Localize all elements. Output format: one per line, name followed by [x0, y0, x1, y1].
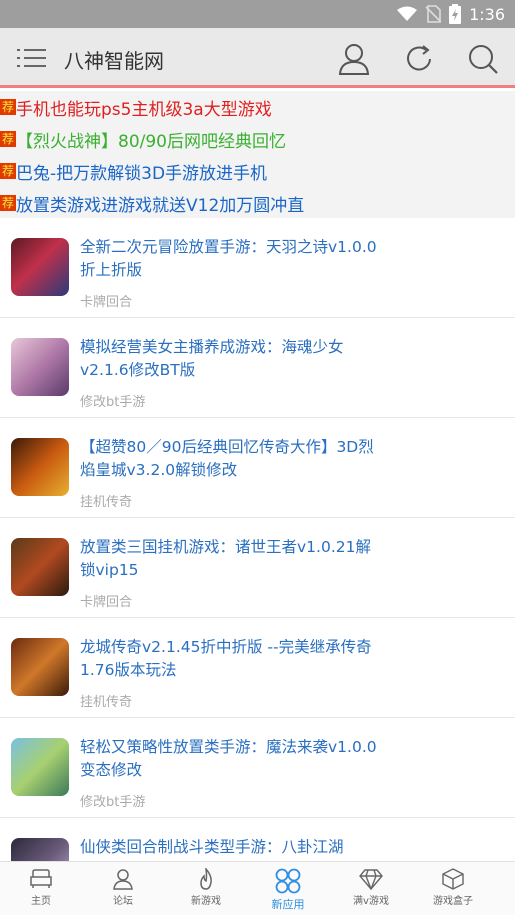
item-title: 龙城传奇v2.1.45折中折版 --完美继承传奇1.76版本玩法 — [80, 638, 372, 679]
apps-icon — [275, 868, 301, 894]
battery-charging-icon — [449, 4, 462, 24]
tab-full-v-games[interactable]: 满v游戏 — [330, 862, 412, 916]
game-thumbnail — [11, 638, 69, 696]
list-item[interactable]: 放置类三国挂机游戏：诸世王者v1.0.21解锁vip15 卡牌回合 — [0, 518, 515, 618]
list-item[interactable]: 仙侠类回合制战斗类型手游：八卦江湖 — [0, 818, 515, 861]
app-title: 八神智能网 — [64, 49, 164, 73]
status-icons: 1:36 — [397, 4, 505, 24]
list-item[interactable]: 模拟经营美女主播养成游戏：海魂少女v2.1.6修改BT版 修改bt手游 — [0, 318, 515, 418]
item-category: 卡牌回合 — [80, 595, 133, 610]
app-bar: 八神智能网 — [0, 28, 515, 88]
tab-label: 论坛 — [113, 896, 133, 907]
item-category: 修改bt手游 — [80, 795, 146, 810]
news-item-text: 【烈火战神】80/90后网吧经典回忆 — [16, 131, 286, 152]
item-category: 修改bt手游 — [80, 395, 146, 410]
tab-label: 游戏盒子 — [433, 896, 473, 907]
news-item[interactable]: 荐 巴兔-把万款解锁3D手游放进手机 — [0, 155, 267, 187]
game-thumbnail — [11, 338, 69, 396]
item-title: 仙侠类回合制战斗类型手游：八卦江湖 — [80, 838, 344, 856]
game-thumbnail — [11, 438, 69, 496]
news-item[interactable]: 荐 放置类游戏进游戏就送V12加万圆冲直 — [0, 187, 304, 219]
tab-label: 新游戏 — [191, 896, 221, 907]
game-list: 全新二次元冒险放置手游：天羽之诗v1.0.0折上折版 卡牌回合 模拟经营美女主播… — [0, 218, 515, 861]
item-category: 挂机传奇 — [80, 495, 133, 510]
no-sim-icon — [425, 5, 442, 23]
item-title: 轻松又策略性放置类手游：魔法来袭v1.0.0变态修改 — [80, 738, 377, 779]
news-item-text: 手机也能玩ps5主机级3a大型游戏 — [16, 99, 272, 120]
tab-game-box[interactable]: 游戏盒子 — [412, 862, 494, 916]
flame-icon — [200, 868, 212, 890]
news-item-text: 巴兔-把万款解锁3D手游放进手机 — [16, 163, 268, 184]
game-thumbnail — [11, 738, 69, 796]
item-category: 卡牌回合 — [80, 295, 133, 310]
tab-label: 满v游戏 — [353, 896, 389, 907]
recommend-tag: 荐 — [0, 131, 16, 147]
diamond-icon — [359, 869, 383, 890]
status-bar: 1:36 — [0, 0, 515, 28]
tab-new-games[interactable]: 新游戏 — [165, 862, 247, 916]
list-item[interactable]: 全新二次元冒险放置手游：天羽之诗v1.0.0折上折版 卡牌回合 — [0, 218, 515, 318]
item-title: 【超赞80／90后经典回忆传奇大作】3D烈焰皇城v3.2.0解锁修改 — [80, 438, 374, 479]
item-title: 放置类三国挂机游戏：诸世王者v1.0.21解锁vip15 — [80, 538, 371, 579]
recommend-tag: 荐 — [0, 163, 16, 179]
sofa-icon — [30, 869, 52, 888]
item-category: 挂机传奇 — [80, 695, 133, 710]
news-item-text: 放置类游戏进游戏就送V12加万圆冲直 — [16, 195, 305, 216]
tab-new-apps[interactable]: 新应用 — [247, 862, 329, 916]
list-item[interactable]: 轻松又策略性放置类手游：魔法来袭v1.0.0变态修改 修改bt手游 — [0, 718, 515, 818]
search-icon[interactable] — [466, 42, 500, 76]
list-item[interactable]: 【超赞80／90后经典回忆传奇大作】3D烈焰皇城v3.2.0解锁修改 挂机传奇 — [0, 418, 515, 518]
recommend-tag: 荐 — [0, 195, 16, 211]
game-thumbnail — [11, 538, 69, 596]
recommend-tag: 荐 — [0, 99, 16, 115]
wifi-icon — [397, 6, 418, 21]
list-item[interactable]: 龙城传奇v2.1.45折中折版 --完美继承传奇1.76版本玩法 挂机传奇 — [0, 618, 515, 718]
news-item[interactable]: 荐 【烈火战神】80/90后网吧经典回忆 — [0, 123, 286, 155]
menu-icon[interactable] — [16, 44, 48, 72]
game-thumbnail — [11, 238, 69, 296]
news-item[interactable]: 荐 手机也能玩ps5主机级3a大型游戏 — [0, 91, 272, 123]
tab-forum[interactable]: 论坛 — [82, 862, 164, 916]
status-time: 1:36 — [469, 4, 505, 24]
box-icon — [442, 868, 464, 890]
news-list: 荐 手机也能玩ps5主机级3a大型游戏 荐 【烈火战神】80/90后网吧经典回忆… — [0, 91, 515, 218]
user-icon[interactable] — [337, 42, 371, 76]
person-icon — [113, 869, 133, 890]
item-title: 全新二次元冒险放置手游：天羽之诗v1.0.0折上折版 — [80, 238, 377, 279]
refresh-icon[interactable] — [402, 42, 436, 76]
bottom-tab-bar: 主页 论坛 新游戏 新应用 满v游戏 游戏盒子 — [0, 861, 515, 915]
game-thumbnail — [11, 838, 69, 861]
tab-home[interactable]: 主页 — [0, 862, 82, 916]
tab-label: 主页 — [31, 896, 51, 907]
item-title: 模拟经营美女主播养成游戏：海魂少女v2.1.6修改BT版 — [80, 338, 344, 379]
tab-label: 新应用 — [271, 898, 305, 911]
